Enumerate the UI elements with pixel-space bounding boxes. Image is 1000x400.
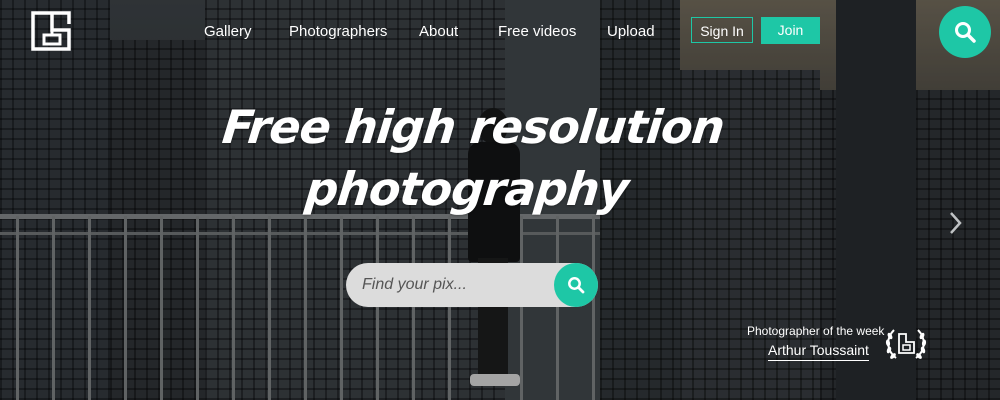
nav-upload[interactable]: Upload [607,23,655,40]
hero-search-button[interactable] [554,263,598,307]
main-nav: Gallery Photographers About Free videos … [0,0,1000,62]
headline-line-1: Free high resolution [219,100,727,154]
laurel-badge-icon [884,324,928,364]
chevron-right-icon [950,212,962,234]
photographer-of-week-caption: Photographer of the week [747,324,885,338]
hero-section: Gallery Photographers About Free videos … [0,0,1000,400]
nav-gallery[interactable]: Gallery [204,23,252,40]
search-input[interactable] [362,263,542,307]
join-button[interactable]: Join [761,17,820,44]
search-icon [568,277,585,294]
header-search-button[interactable] [939,6,991,58]
hero-headline: Free high resolution photography [193,96,746,220]
nav-about[interactable]: About [419,23,458,40]
headline-line-2: photography [302,162,631,216]
photographer-of-week-name[interactable]: Arthur Toussaint [768,342,869,361]
search-icon [955,22,976,43]
sign-in-button[interactable]: Sign In [691,17,753,43]
nav-photographers[interactable]: Photographers [289,23,387,40]
next-slide-arrow[interactable] [946,208,966,238]
nav-free-videos[interactable]: Free videos [498,23,576,40]
